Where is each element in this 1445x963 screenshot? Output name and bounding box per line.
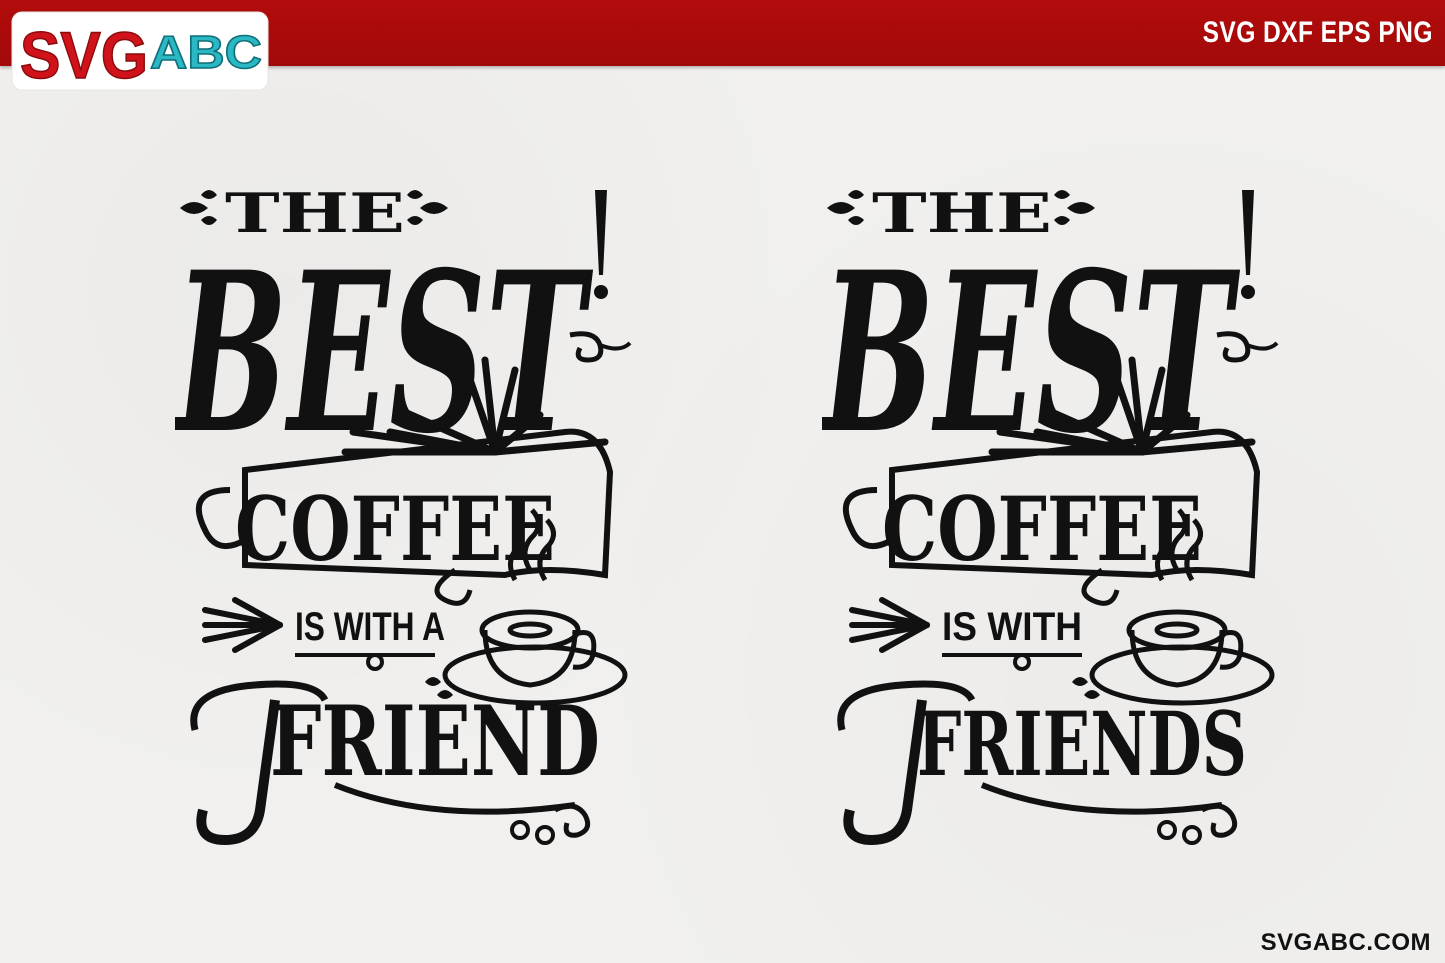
site-url-label[interactable]: SVGABC.COM	[1261, 929, 1431, 957]
logo-text-svg: SVG	[20, 18, 148, 92]
line-friend: FRIEND	[270, 685, 600, 798]
design-variant-friends[interactable]: THE BEST COFFEE IS WITH FRIENDS	[822, 170, 1282, 870]
line-best: BEST	[175, 223, 594, 482]
leaf-ornament-left-icon	[180, 190, 217, 225]
design-artwork: THE BEST COFFEE IS WITH A FRIEND	[175, 181, 632, 846]
file-formats-label: SVG DXF EPS PNG	[1202, 16, 1433, 49]
line-coffee: COFFEE	[882, 477, 1202, 581]
leaf-ornament-right-icon	[1054, 190, 1095, 225]
line-is-with: IS WITH A	[295, 605, 445, 649]
line-friends: FRIENDS	[917, 692, 1247, 796]
design-variant-friend[interactable]: THE BEST COFFEE IS WITH A FRIEND	[175, 170, 635, 870]
line-best: BEST	[822, 223, 1241, 482]
arrow-rays-icon	[849, 597, 930, 653]
line-coffee: COFFEE	[235, 477, 555, 581]
leaf-ornament-right-icon	[407, 190, 448, 225]
design-artwork: THE BEST COFFEE IS WITH FRIENDS	[822, 181, 1279, 846]
leaf-ornament-left-icon	[827, 190, 864, 225]
line-is-with: IS WITH	[942, 605, 1082, 649]
svgabc-logo[interactable]: SVG ABC	[10, 10, 272, 110]
logo-text-abc: ABC	[150, 26, 262, 78]
arrow-rays-icon	[202, 597, 283, 653]
